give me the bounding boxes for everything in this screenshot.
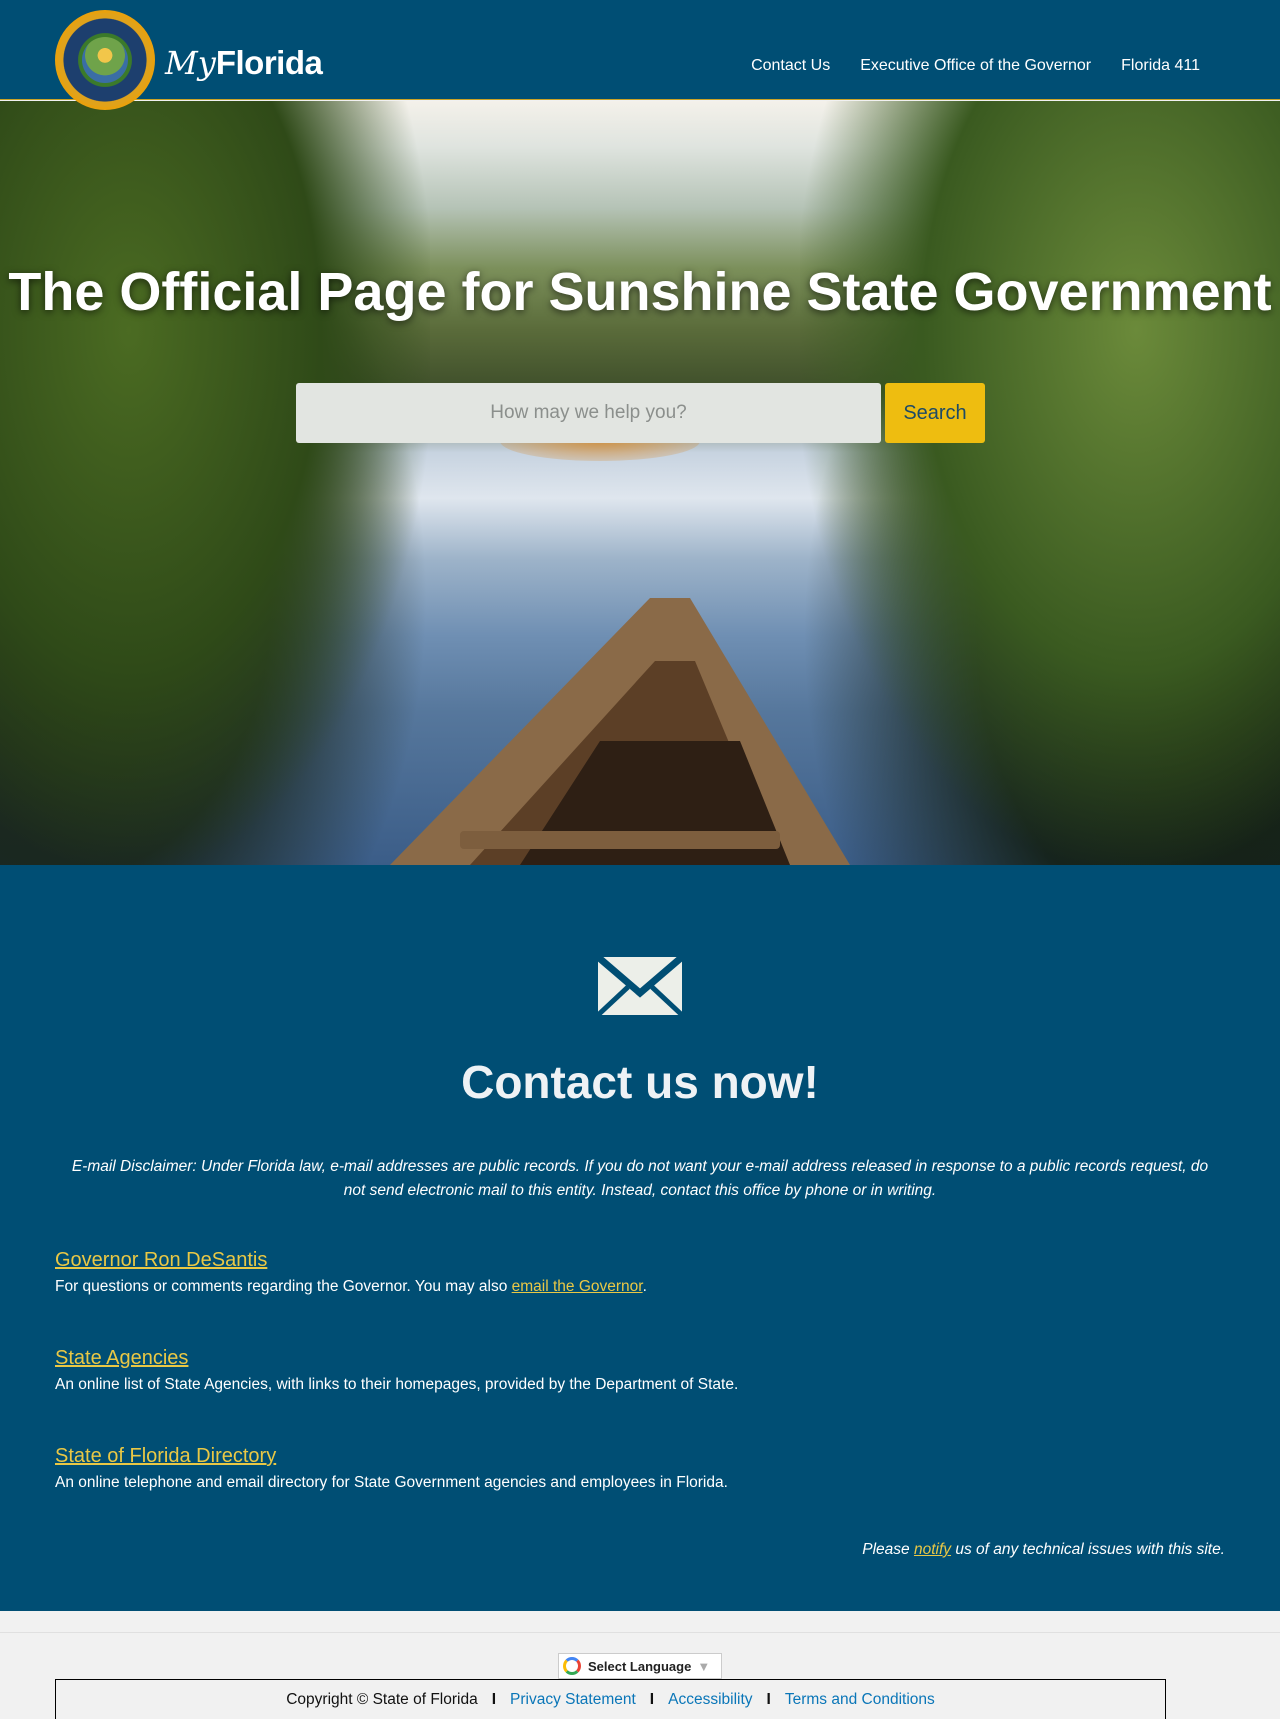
canoe-bow-image bbox=[390, 598, 850, 865]
governor-description: For questions or comments regarding the … bbox=[55, 1278, 1225, 1296]
contact-entry-governor: Governor Ron DeSantis For questions or c… bbox=[55, 1249, 1225, 1296]
brand-my: My bbox=[165, 44, 216, 82]
main-nav: Contact Us Executive Office of the Gover… bbox=[751, 57, 1200, 75]
contact-section: Contact us now! E-mail Disclaimer: Under… bbox=[0, 865, 1280, 1611]
hero-title: The Official Page for Sunshine State Gov… bbox=[8, 262, 1272, 322]
search-input[interactable] bbox=[296, 383, 881, 443]
directory-description: An online telephone and email directory … bbox=[55, 1474, 728, 1491]
notify-text-before: Please bbox=[862, 1541, 914, 1558]
hero-banner: The Official Page for Sunshine State Gov… bbox=[0, 101, 1280, 865]
copyright-text: Copyright © State of Florida bbox=[286, 1690, 478, 1708]
florida-state-seal-logo[interactable] bbox=[55, 10, 155, 110]
language-label: Select Language bbox=[588, 1658, 692, 1674]
nav-executive-office[interactable]: Executive Office of the Governor bbox=[860, 57, 1091, 75]
search-button[interactable]: Search bbox=[885, 383, 985, 443]
email-disclaimer: E-mail Disclaimer: Under Florida law, e-… bbox=[71, 1158, 1209, 1199]
privacy-statement-link[interactable]: Privacy Statement bbox=[510, 1691, 636, 1709]
google-icon bbox=[563, 1657, 581, 1675]
envelope-icon bbox=[598, 957, 682, 1015]
language-selector[interactable]: Select Language ▼ bbox=[558, 1653, 722, 1679]
contact-entry-agencies: State Agencies An online list of State A… bbox=[55, 1347, 1225, 1394]
nav-florida-411[interactable]: Florida 411 bbox=[1121, 57, 1200, 75]
state-agencies-link[interactable]: State Agencies bbox=[55, 1347, 1225, 1370]
site-footer: Select Language ▼ Copyright © State of F… bbox=[0, 1611, 1280, 1719]
myflorida-logo[interactable]: MyFlorida bbox=[165, 44, 323, 82]
terms-conditions-link[interactable]: Terms and Conditions bbox=[785, 1691, 935, 1709]
seal-center bbox=[82, 37, 128, 83]
footer-divider bbox=[0, 1632, 1280, 1633]
contact-title: Contact us now! bbox=[461, 1056, 819, 1108]
brand-florida: Florida bbox=[215, 44, 323, 81]
footer-legal-bar: Copyright © State of Florida I Privacy S… bbox=[55, 1679, 1166, 1719]
email-governor-link[interactable]: email the Governor bbox=[512, 1278, 643, 1295]
footer-separator: I bbox=[766, 1690, 771, 1708]
agencies-description: An online list of State Agencies, with l… bbox=[55, 1376, 739, 1393]
governor-link[interactable]: Governor Ron DeSantis bbox=[55, 1249, 1225, 1272]
search-bar: Search bbox=[296, 383, 985, 443]
accessibility-link[interactable]: Accessibility bbox=[668, 1691, 752, 1709]
canoe-thwart bbox=[460, 831, 780, 849]
chevron-down-icon: ▼ bbox=[697, 1658, 711, 1674]
nav-contact-us[interactable]: Contact Us bbox=[751, 57, 830, 75]
site-header: MyFlorida Contact Us Executive Office of… bbox=[0, 0, 1280, 110]
contact-entry-directory: State of Florida Directory An online tel… bbox=[55, 1445, 1225, 1492]
state-directory-link[interactable]: State of Florida Directory bbox=[55, 1445, 1225, 1468]
notify-link[interactable]: notify bbox=[914, 1541, 951, 1558]
footer-separator: I bbox=[491, 1690, 497, 1708]
governor-text: For questions or comments regarding the … bbox=[55, 1278, 512, 1295]
governor-text-end: . bbox=[642, 1278, 647, 1295]
notify-text-after: us of any technical issues with this sit… bbox=[951, 1541, 1225, 1558]
technical-issues-notice: Please notify us of any technical issues… bbox=[862, 1541, 1225, 1559]
footer-separator: I bbox=[649, 1690, 655, 1708]
